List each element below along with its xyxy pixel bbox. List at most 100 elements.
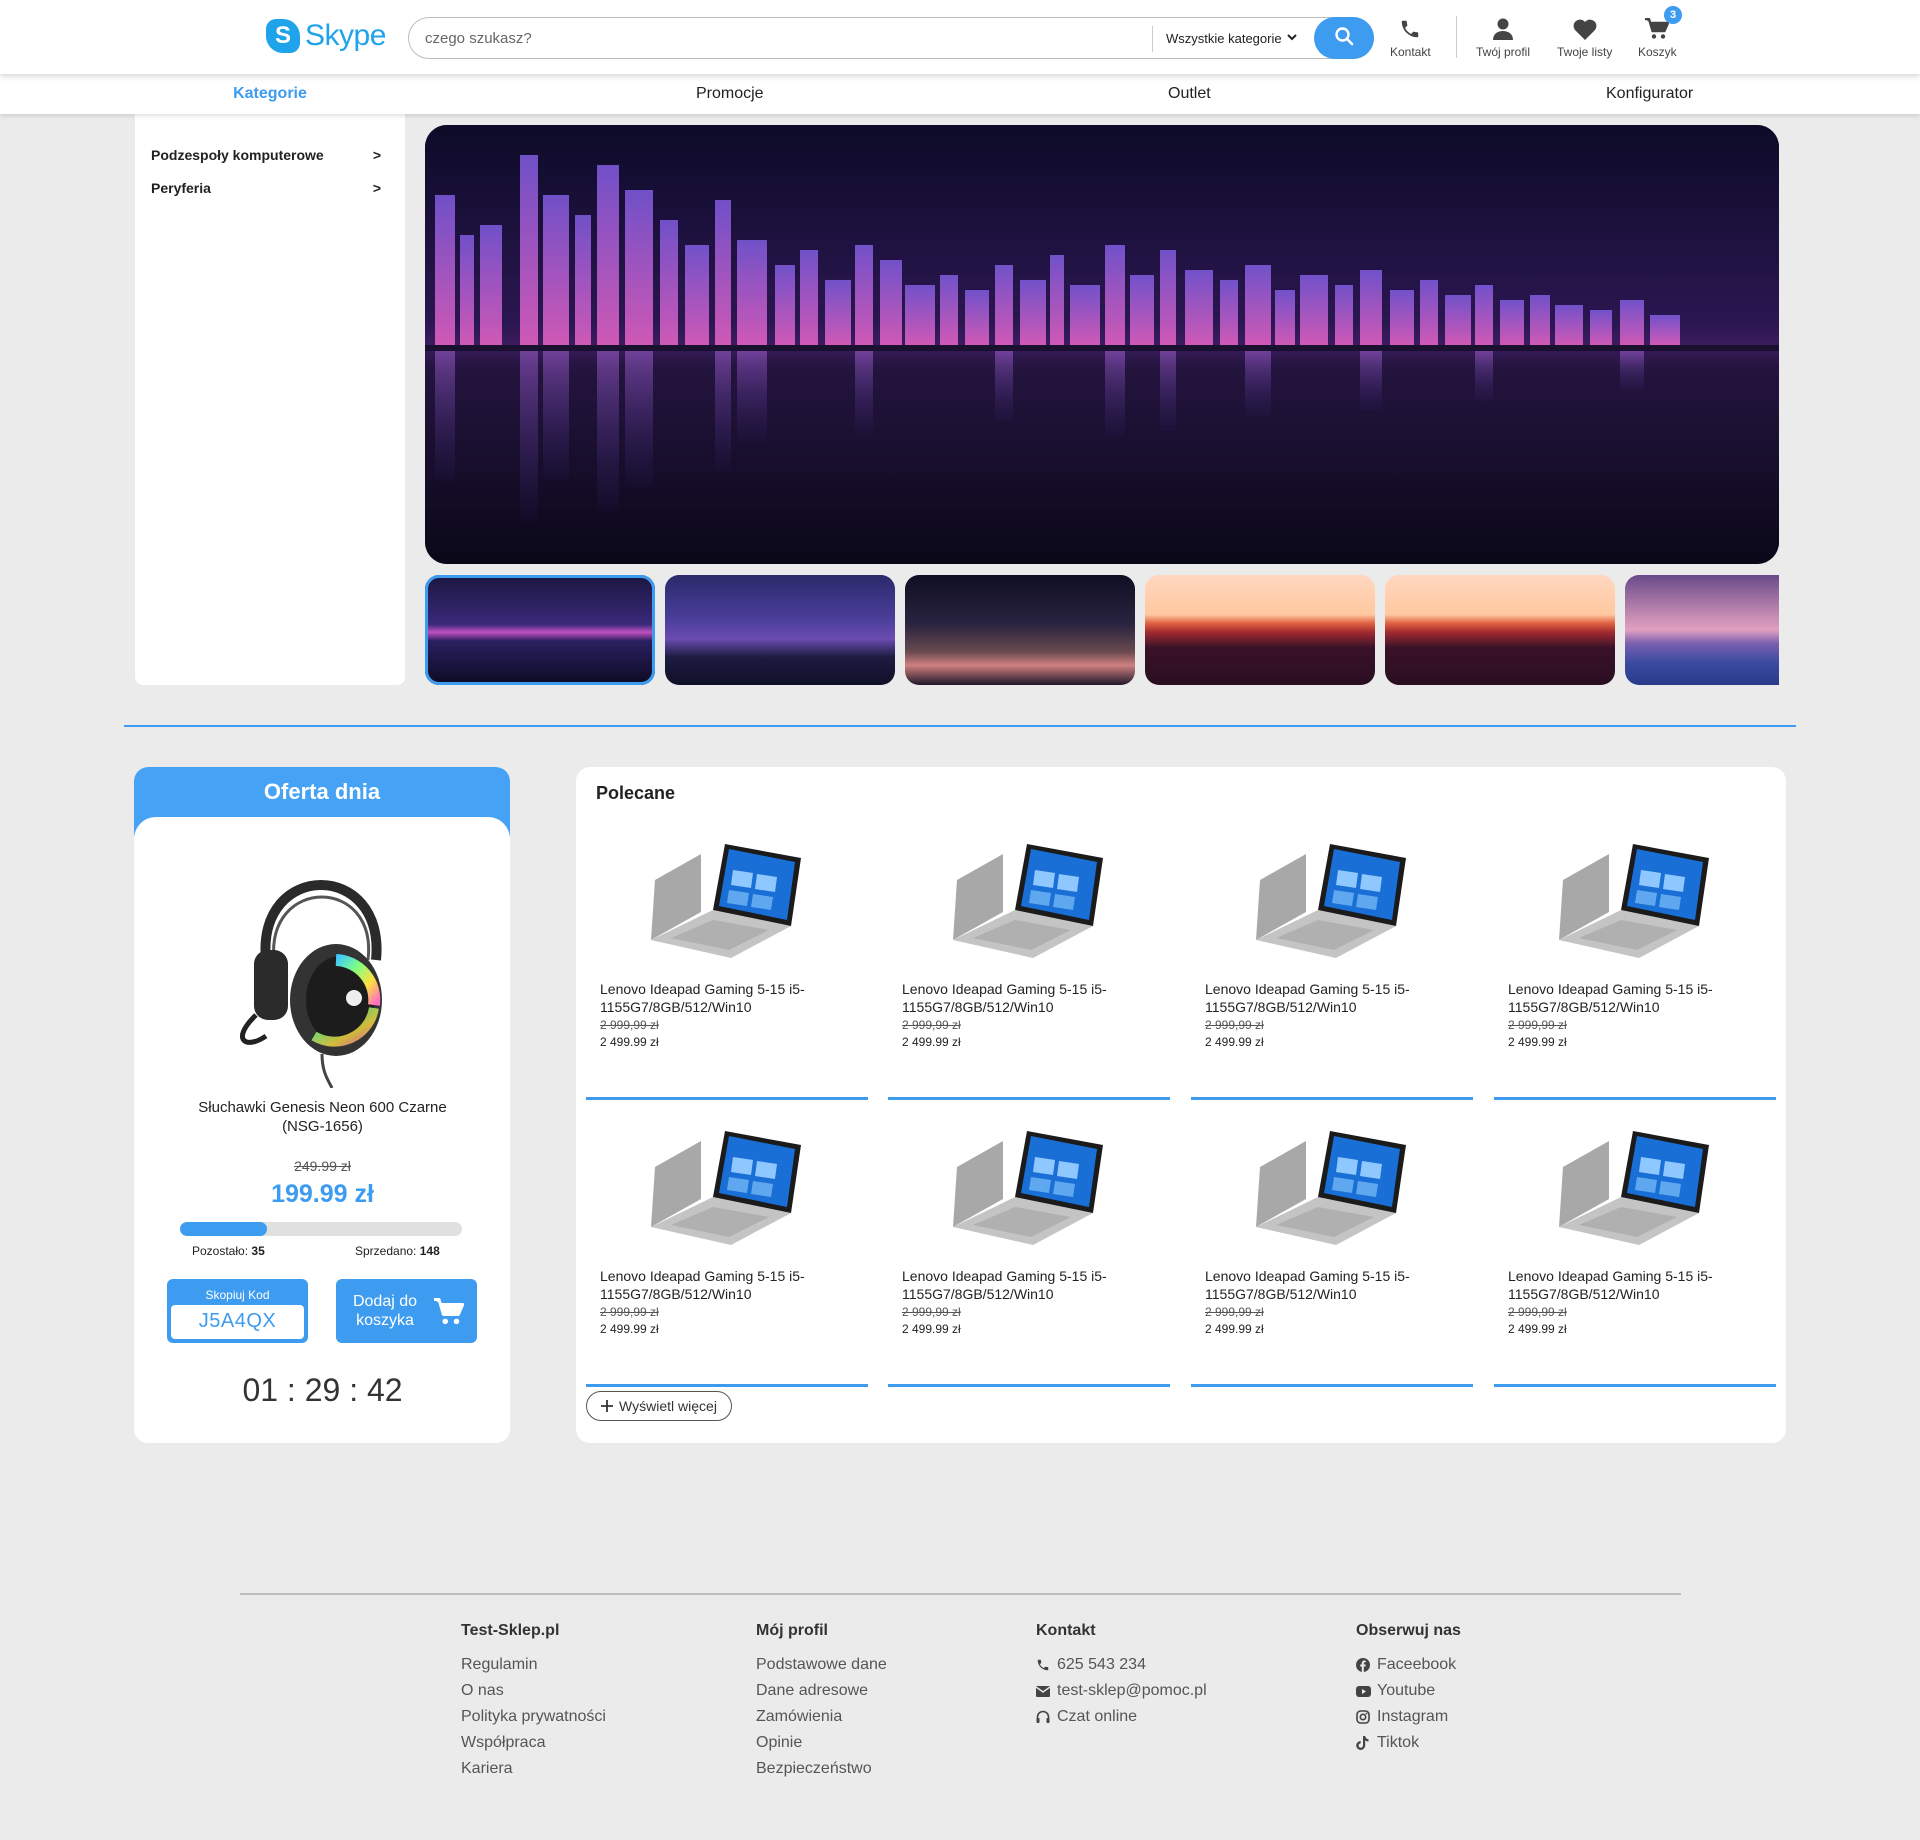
laptop-image <box>1549 840 1719 970</box>
logo[interactable]: S Skype <box>266 19 386 53</box>
product-name: Lenovo Ideapad Gaming 5-15 i5-1155G7/8GB… <box>1508 981 1713 1015</box>
remaining-value: 35 <box>251 1244 265 1258</box>
chevron-down-icon <box>1286 33 1297 44</box>
product-card[interactable]: Lenovo Ideapad Gaming 5-15 i5-1155G7/8GB… <box>1191 1127 1473 1387</box>
sidebar-item-components[interactable]: Podzespoły komputerowe > <box>151 147 381 163</box>
footer-link-address[interactable]: Dane adresowe <box>756 1678 887 1704</box>
category-select[interactable]: Wszystkie kategorie <box>1166 18 1297 58</box>
instagram-label: Instagram <box>1377 1708 1449 1725</box>
heart-icon <box>1573 12 1597 40</box>
product-new-price: 2 499.99 zł <box>902 1035 961 1049</box>
nav-outlet[interactable]: Outlet <box>1168 85 1211 103</box>
deal-old-price: 249.99 zł <box>294 1158 351 1174</box>
product-new-price: 2 499.99 zł <box>1205 1035 1264 1049</box>
footer-link-instagram[interactable]: Instagram <box>1356 1704 1461 1730</box>
headphones-image[interactable] <box>236 840 408 1089</box>
nav-configurator[interactable]: Konfigurator <box>1606 85 1693 103</box>
profile-button[interactable]: Twój profil <box>1476 12 1530 59</box>
footer-col-contact: Kontakt 625 543 234 test-sklep@pomoc.pl … <box>1036 1622 1207 1730</box>
chevron-right-icon: > <box>372 147 381 163</box>
headset-icon <box>1036 1710 1053 1724</box>
profile-label: Twój profil <box>1476 45 1531 59</box>
footer-link-email[interactable]: test-sklep@pomoc.pl <box>1036 1678 1207 1704</box>
logo-text: Skype <box>305 19 386 52</box>
banner-thumbnail[interactable] <box>1385 575 1615 685</box>
discount-code: J5A4QX <box>171 1305 304 1339</box>
footer-link-chat[interactable]: Czat online <box>1036 1704 1207 1730</box>
footer-link-about[interactable]: O nas <box>461 1678 606 1704</box>
footer-col-shop: Test-Sklep.pl Regulamin O nas Polityka p… <box>461 1622 606 1782</box>
category-select-label: Wszystkie kategorie <box>1166 30 1282 46</box>
footer-link-careers[interactable]: Kariera <box>461 1756 606 1782</box>
copy-code-button[interactable]: Skopiuj Kod J5A4QX <box>167 1279 308 1343</box>
skype-logo-icon: S <box>266 19 300 53</box>
sidebar-item-peripherals[interactable]: Peryferia > <box>151 180 381 196</box>
banner-thumbnail[interactable] <box>665 575 895 685</box>
deal-product-name[interactable]: Słuchawki Genesis Neon 600 Czarne (NSG-1… <box>185 1098 460 1136</box>
product-card[interactable]: Lenovo Ideapad Gaming 5-15 i5-1155G7/8GB… <box>1494 1127 1776 1387</box>
product-new-price: 2 499.99 zł <box>600 1322 659 1336</box>
show-more-button[interactable]: Wyświetl więcej <box>586 1391 732 1421</box>
product-card[interactable]: Lenovo Ideapad Gaming 5-15 i5-1155G7/8GB… <box>1494 840 1776 1100</box>
contact-button[interactable]: Kontakt <box>1390 12 1431 59</box>
footer-col-title: Obserwuj nas <box>1356 1622 1461 1639</box>
product-card[interactable]: Lenovo Ideapad Gaming 5-15 i5-1155G7/8GB… <box>888 1127 1170 1387</box>
product-old-price: 2 999,99 zł <box>902 1305 961 1319</box>
product-old-price: 2 999,99 zł <box>1205 1018 1264 1032</box>
footer-link-facebook[interactable]: Faceebook <box>1356 1652 1461 1678</box>
cart-count-badge: 3 <box>1664 6 1682 24</box>
banner-thumbnail[interactable] <box>1625 575 1779 685</box>
footer-col-social: Obserwuj nas Faceebook Youtube Instagram… <box>1356 1622 1461 1756</box>
search-button[interactable] <box>1314 17 1374 59</box>
facebook-icon <box>1356 1658 1373 1672</box>
phone-icon <box>1036 1658 1053 1672</box>
product-card[interactable]: Lenovo Ideapad Gaming 5-15 i5-1155G7/8GB… <box>586 840 868 1100</box>
section-divider <box>124 725 1796 727</box>
wishlist-button[interactable]: Twoje listy <box>1557 12 1612 59</box>
chat-label: Czat online <box>1057 1708 1138 1725</box>
stock-progress-bar <box>180 1222 462 1236</box>
laptop-image <box>1246 840 1416 970</box>
cart-icon <box>434 1298 465 1331</box>
search-icon <box>1334 26 1354 51</box>
remaining-stock: Pozostało: 35 <box>192 1244 265 1258</box>
footer-link-tiktok[interactable]: Tiktok <box>1356 1730 1461 1756</box>
footer-link-security[interactable]: Bezpieczeństwo <box>756 1756 887 1782</box>
facebook-label: Faceebook <box>1377 1656 1457 1673</box>
show-more-label: Wyświetl więcej <box>619 1398 717 1414</box>
product-new-price: 2 499.99 zł <box>1508 1035 1567 1049</box>
product-new-price: 2 499.99 zł <box>902 1322 961 1336</box>
footer-link-cooperation[interactable]: Współpraca <box>461 1730 606 1756</box>
product-card[interactable]: Lenovo Ideapad Gaming 5-15 i5-1155G7/8GB… <box>888 840 1170 1100</box>
footer-link-phone[interactable]: 625 543 234 <box>1036 1652 1207 1678</box>
wishlist-label: Twoje listy <box>1557 45 1613 59</box>
footer-link-orders[interactable]: Zamówienia <box>756 1704 887 1730</box>
user-icon <box>1493 12 1514 40</box>
product-card[interactable]: Lenovo Ideapad Gaming 5-15 i5-1155G7/8GB… <box>1191 840 1473 1100</box>
banner-thumbnail[interactable] <box>1145 575 1375 685</box>
deal-countdown-timer: 01 : 29 : 42 <box>242 1372 403 1408</box>
footer-link-basic-data[interactable]: Podstawowe dane <box>756 1652 887 1678</box>
footer-link-regulations[interactable]: Regulamin <box>461 1652 606 1678</box>
product-card[interactable]: Lenovo Ideapad Gaming 5-15 i5-1155G7/8GB… <box>586 1127 868 1387</box>
header-separator <box>1456 16 1457 58</box>
sold-label: Sprzedano: <box>355 1244 417 1258</box>
recommended-title: Polecane <box>596 783 676 803</box>
remaining-label: Pozostało: <box>192 1244 249 1258</box>
nav-categories[interactable]: Kategorie <box>135 74 405 114</box>
footer-link-youtube[interactable]: Youtube <box>1356 1678 1461 1704</box>
hero-banner[interactable] <box>425 125 1779 564</box>
city-skyline-image <box>425 125 1779 564</box>
product-old-price: 2 999,99 zł <box>1205 1305 1264 1319</box>
search-input[interactable] <box>425 18 1125 58</box>
footer-link-privacy[interactable]: Polityka prywatności <box>461 1704 606 1730</box>
chevron-right-icon: > <box>372 180 381 196</box>
banner-thumbnail[interactable] <box>905 575 1135 685</box>
sold-count: Sprzedano: 148 <box>355 1244 440 1258</box>
banner-thumbnail[interactable] <box>425 575 655 685</box>
footer-link-reviews[interactable]: Opinie <box>756 1730 887 1756</box>
sidebar-item-label: Peryferia <box>151 180 211 196</box>
add-to-cart-button[interactable]: Dodaj do koszyka <box>336 1279 477 1343</box>
sold-value: 148 <box>419 1244 440 1258</box>
nav-promotions[interactable]: Promocje <box>696 85 764 103</box>
